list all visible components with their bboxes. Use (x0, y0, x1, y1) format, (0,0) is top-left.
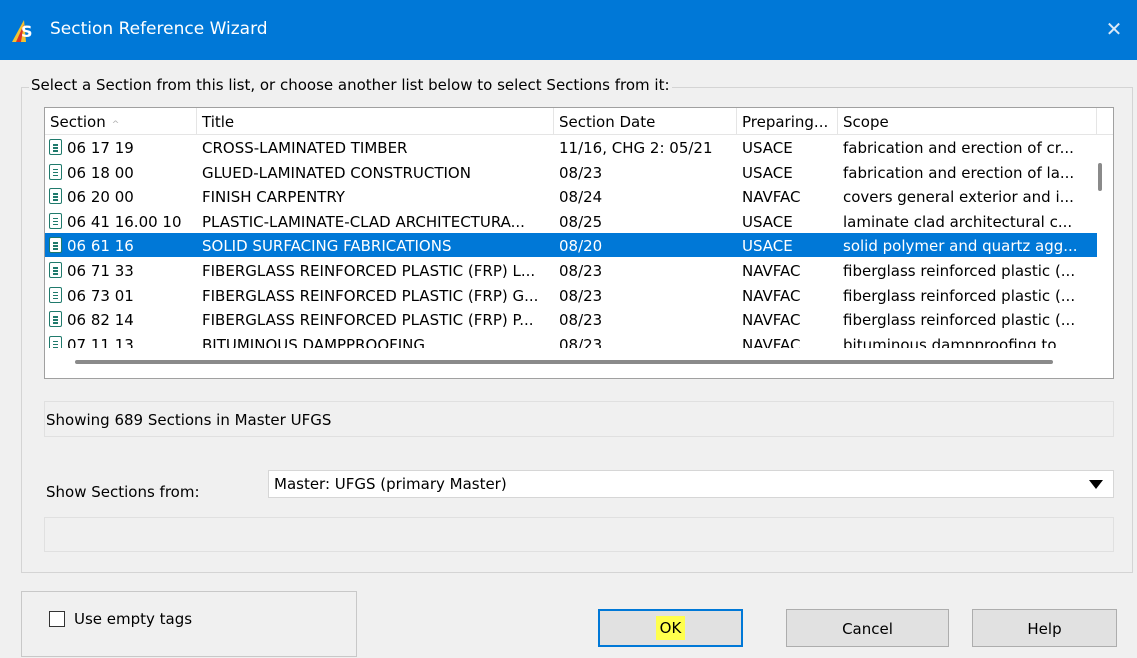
table-row[interactable]: 06 71 33 FIBERGLASS REINFORCED PLASTIC (F… (45, 258, 1097, 282)
svg-text:S: S (21, 22, 33, 41)
close-icon: ✕ (1105, 17, 1123, 41)
show-sections-value: Master: UFGS (primary Master) (274, 475, 507, 493)
cell-title: FIBERGLASS REINFORCED PLASTIC (FRP) G... (202, 286, 539, 305)
table-row[interactable]: 06 20 00 FINISH CARPENTRY 08/24 NAVFAC cover… (45, 184, 1097, 208)
horizontal-scroll-thumb[interactable] (75, 360, 1053, 364)
document-icon (49, 139, 62, 155)
info-panel (44, 517, 1114, 552)
cell-title: CROSS-LAMINATED TIMBER (202, 139, 408, 157)
cell-section-date: 08/25 (559, 212, 603, 231)
group-label: Select a Section from this list, or choo… (29, 76, 672, 94)
cell-title: FINISH CARPENTRY (202, 188, 345, 207)
document-icon (49, 262, 62, 278)
table-row[interactable]: 06 61 16 SOLID SURFACING FABRICATIONS 08/2… (45, 233, 1097, 258)
cell-title: FIBERGLASS REINFORCED PLASTIC (FRP) P... (202, 311, 534, 330)
column-header-scope[interactable]: Scope (838, 108, 1097, 135)
cell-section: 06 18 00 (67, 163, 134, 182)
document-icon (49, 237, 62, 254)
cell-title: BITUMINOUS DAMPPROOFING (202, 335, 426, 348)
cell-section: 06 17 19 (67, 139, 134, 157)
title-bar: S Section Reference Wizard ✕ (0, 0, 1137, 60)
dropdown-arrow-icon[interactable] (1089, 480, 1103, 489)
show-sections-label: Show Sections from: (46, 483, 200, 501)
cell-scope: bituminous dampproofing to... (843, 335, 1071, 348)
cell-title: FIBERGLASS REINFORCED PLASTIC (FRP) L... (202, 262, 536, 280)
cell-section-date: 08/20 (559, 237, 603, 256)
status-text: Showing 689 Sections in Master UFGS (46, 411, 332, 429)
cell-section: 06 73 01 (67, 286, 134, 305)
cell-section-date: 11/16, CHG 2: 05/21 (559, 139, 713, 157)
cell-preparing: USACE (742, 237, 793, 256)
cell-scope: solid polymer and quartz agg... (843, 237, 1078, 256)
cell-scope: fabrication and erection of la... (843, 163, 1075, 182)
cell-section: 06 20 00 (67, 188, 134, 207)
cell-section: 07 11 13 (67, 335, 134, 348)
cell-scope: fiberglass reinforced plastic (... (843, 262, 1076, 280)
cell-section-date: 08/24 (559, 188, 603, 207)
column-header-section[interactable]: Section ^ (45, 108, 197, 135)
cell-title: PLASTIC-LAMINATE-CLAD ARCHITECTURA... (202, 212, 525, 231)
cell-preparing: USACE (742, 212, 793, 231)
window-title: Section Reference Wizard (50, 19, 268, 39)
cell-preparing: USACE (742, 139, 793, 157)
cell-section-date: 08/23 (559, 335, 603, 348)
document-icon (49, 311, 62, 328)
document-icon (49, 163, 62, 180)
cell-section-date: 08/23 (559, 163, 603, 182)
cell-section: 06 61 16 (67, 237, 134, 256)
cell-preparing: NAVFAC (742, 286, 801, 305)
ok-button[interactable]: OK (598, 609, 743, 647)
cell-preparing: NAVFAC (742, 335, 801, 348)
cell-preparing: NAVFAC (742, 188, 801, 207)
document-icon (49, 335, 62, 348)
cell-section-date: 08/23 (559, 286, 603, 305)
list-header: Section ^ Title Section Date Preparing...… (45, 108, 1113, 135)
table-row[interactable]: 06 73 01 FIBERGLASS REINFORCED PLASTIC (F… (45, 283, 1097, 307)
column-header-section-date[interactable]: Section Date (554, 108, 737, 135)
table-row[interactable]: 06 41 16.00 10 PLASTIC-LAMINATE-CLAD ARCH… (45, 209, 1097, 233)
table-row[interactable]: 06 82 14 FIBERGLASS REINFORCED PLASTIC (F… (45, 307, 1097, 331)
cell-section: 06 71 33 (67, 262, 134, 280)
cell-section: 06 82 14 (67, 311, 134, 330)
cell-scope: laminate clad architectural c... (843, 212, 1073, 231)
cell-preparing: USACE (742, 163, 793, 182)
document-icon (49, 188, 62, 205)
sort-indicator-icon: ^ (111, 120, 120, 130)
column-header-preparing[interactable]: Preparing... (737, 108, 838, 135)
cell-preparing: NAVFAC (742, 311, 801, 330)
cell-section: 06 41 16.00 10 (67, 212, 182, 231)
cell-scope: fabrication and erection of cr... (843, 139, 1074, 157)
cancel-button[interactable]: Cancel (786, 609, 949, 647)
close-button[interactable]: ✕ (1091, 0, 1137, 60)
list-rows: 06 17 19 CROSS-LAMINATED TIMBER 11/16, CHG… (45, 135, 1097, 348)
table-row[interactable]: 06 17 19 CROSS-LAMINATED TIMBER 11/16, CHG… (45, 135, 1097, 159)
section-list[interactable]: Section ^ Title Section Date Preparing...… (44, 107, 1114, 379)
cell-scope: covers general exterior and i... (843, 188, 1074, 207)
document-icon (49, 286, 62, 303)
cell-preparing: NAVFAC (742, 262, 801, 280)
cell-scope: fiberglass reinforced plastic (... (843, 286, 1076, 305)
table-row[interactable]: 07 11 13 BITUMINOUS DAMPPROOFING 08/23 NAVF… (45, 332, 1097, 348)
use-empty-tags-label[interactable]: Use empty tags (74, 610, 192, 628)
vertical-scroll-thumb[interactable] (1098, 163, 1102, 191)
use-empty-tags-checkbox[interactable] (49, 611, 65, 627)
cell-title: GLUED-LAMINATED CONSTRUCTION (202, 163, 471, 182)
ok-button-label: OK (655, 616, 686, 640)
column-header-title[interactable]: Title (197, 108, 554, 135)
app-logo-icon: S (12, 20, 33, 42)
cell-title: SOLID SURFACING FABRICATIONS (202, 237, 452, 256)
cell-section-date: 08/23 (559, 311, 603, 330)
document-icon (49, 212, 62, 229)
help-button[interactable]: Help (972, 609, 1117, 647)
cell-section-date: 08/23 (559, 262, 603, 280)
cell-scope: fiberglass reinforced plastic (... (843, 311, 1076, 330)
table-row[interactable]: 06 18 00 GLUED-LAMINATED CONSTRUCTION 08/2… (45, 160, 1097, 184)
